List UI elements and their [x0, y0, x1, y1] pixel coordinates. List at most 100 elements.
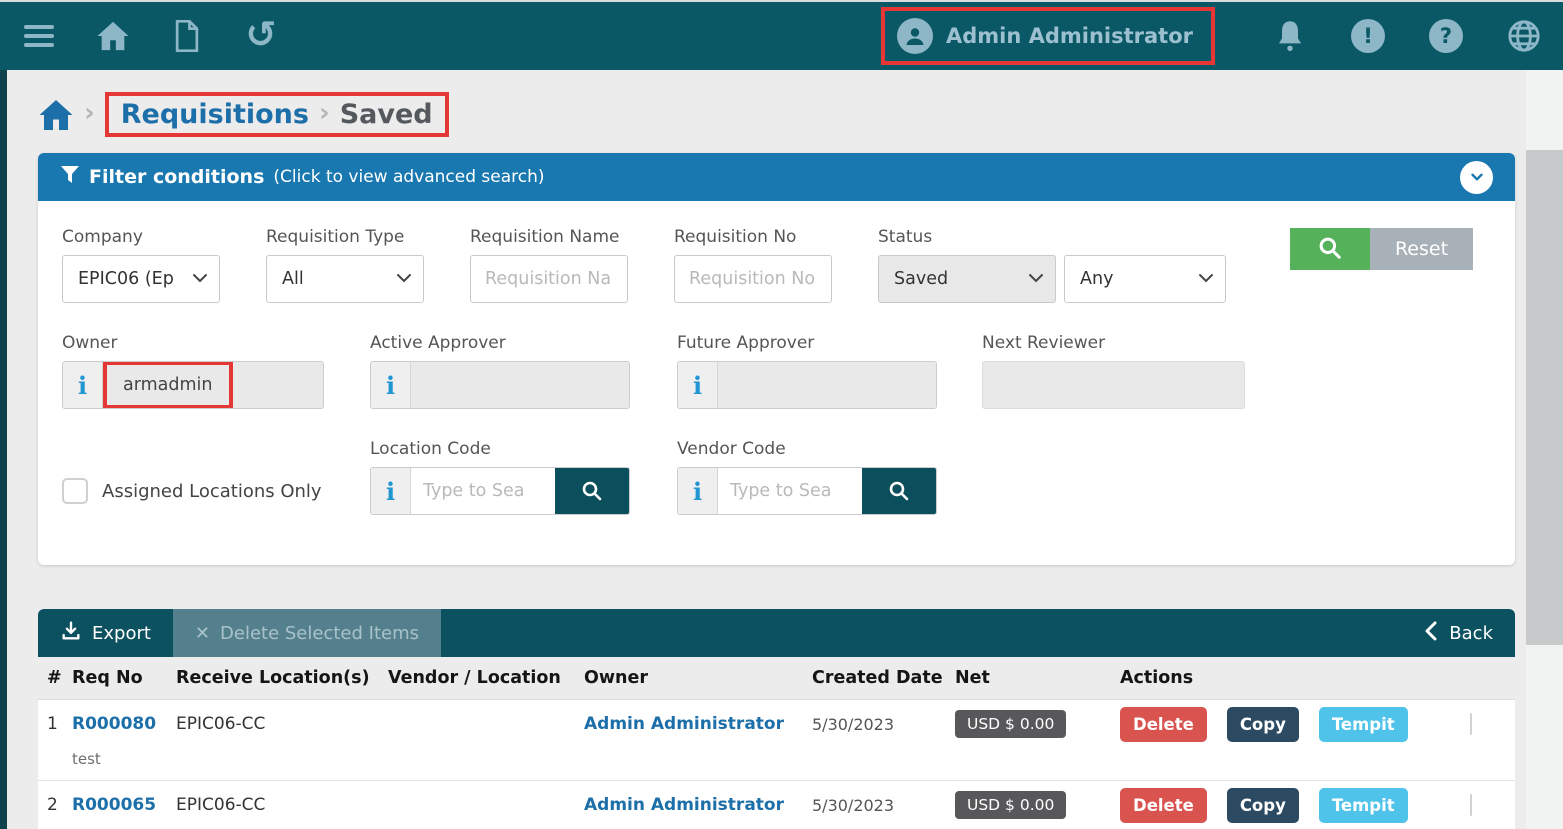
filter-subtitle: (Click to view advanced search)	[273, 167, 544, 187]
breadcrumb-separator: ›	[84, 98, 95, 128]
hamburger-menu-icon[interactable]	[22, 19, 56, 53]
status-select[interactable]: Saved	[878, 255, 1056, 303]
requisition-type-select[interactable]: All	[266, 255, 424, 303]
filter-panel: Filter conditions (Click to view advance…	[38, 153, 1515, 565]
alerts-icon[interactable]: !	[1351, 19, 1385, 53]
active-approver-label: Active Approver	[370, 333, 630, 353]
req-no-link[interactable]: R000080	[72, 714, 176, 734]
location-code-label: Location Code	[370, 439, 630, 459]
requisition-name-label: Requisition Name	[470, 227, 628, 247]
assigned-locations-checkbox[interactable]	[62, 478, 88, 504]
company-select[interactable]: EPIC06 (Ep	[62, 255, 220, 303]
future-approver-info-icon[interactable]: i	[678, 362, 718, 408]
requisition-no-input[interactable]	[674, 255, 832, 303]
owner-link[interactable]: Admin Administrator	[584, 714, 812, 734]
col-owner: Owner	[584, 668, 812, 688]
home-icon[interactable]	[96, 19, 130, 53]
vendor-code-input[interactable]	[718, 468, 862, 514]
delete-selected-button[interactable]: ✕ Delete Selected Items	[173, 609, 441, 657]
location-code-search-button[interactable]	[555, 468, 629, 514]
notifications-bell-icon[interactable]	[1273, 19, 1307, 53]
tempit-button[interactable]: Tempit	[1319, 707, 1408, 742]
col-vendor-location: Vendor / Location	[388, 668, 584, 688]
next-reviewer-label: Next Reviewer	[982, 333, 1245, 353]
filter-panel-header[interactable]: Filter conditions (Click to view advance…	[38, 153, 1515, 201]
back-label: Back	[1449, 623, 1493, 644]
chevron-left-icon	[1423, 621, 1439, 646]
breadcrumb: › Requisitions › Saved	[38, 70, 1515, 137]
filter-title: Filter conditions	[89, 166, 264, 188]
active-approver-info-icon[interactable]: i	[371, 362, 411, 408]
x-icon: ✕	[195, 623, 210, 644]
active-approver-field[interactable]: i	[370, 361, 630, 409]
owner-link[interactable]: Admin Administrator	[584, 795, 812, 815]
copy-button[interactable]: Copy	[1227, 707, 1299, 742]
reset-button[interactable]: Reset	[1370, 228, 1473, 270]
language-globe-icon[interactable]	[1507, 19, 1541, 53]
search-icon	[1317, 235, 1343, 264]
delete-button[interactable]: Delete	[1120, 707, 1207, 742]
receive-location-cell: EPIC06-CC	[176, 714, 388, 734]
status-any-select[interactable]: Any	[1064, 255, 1226, 303]
collapse-panel-button[interactable]	[1460, 161, 1493, 194]
status-any-value: Any	[1080, 269, 1113, 289]
location-code-input[interactable]	[411, 468, 555, 514]
back-button[interactable]: Back	[1401, 609, 1515, 657]
tempit-button[interactable]: Tempit	[1319, 788, 1408, 823]
delete-selected-label: Delete Selected Items	[220, 623, 419, 644]
receive-location-cell: EPIC06-CC	[176, 795, 388, 815]
document-icon[interactable]	[170, 19, 204, 53]
requisition-type-label: Requisition Type	[266, 227, 424, 247]
req-no-link[interactable]: R000065	[72, 795, 176, 815]
history-icon[interactable]: ↺	[244, 19, 278, 53]
scrollbar-thumb[interactable]	[1526, 150, 1563, 645]
export-button[interactable]: Export	[38, 609, 173, 657]
chevron-down-icon	[192, 269, 208, 289]
status-select-value: Saved	[894, 269, 948, 289]
net-amount-badge: USD $ 0.00	[955, 710, 1066, 738]
row-note: test	[38, 748, 1515, 780]
user-menu[interactable]: Admin Administrator	[881, 7, 1215, 65]
chevron-down-icon	[1028, 269, 1044, 289]
table-row: 1 R000080 EPIC06-CC Admin Administrator …	[38, 700, 1515, 780]
requisition-name-input[interactable]	[470, 255, 628, 303]
chevron-down-icon	[1198, 269, 1214, 289]
vendor-code-info-icon[interactable]: i	[678, 468, 718, 514]
company-label: Company	[62, 227, 220, 247]
requisition-type-value: All	[282, 269, 304, 289]
owner-label: Owner	[62, 333, 324, 353]
requisition-no-label: Requisition No	[674, 227, 832, 247]
owner-field[interactable]: i armadmin	[62, 361, 324, 409]
table-row: 2 R000065 EPIC06-CC Admin Administrator …	[38, 780, 1515, 829]
breadcrumb-requisitions[interactable]: Requisitions	[121, 99, 309, 130]
table-header-row: # Req No Receive Location(s) Vendor / Lo…	[38, 657, 1515, 700]
breadcrumb-home-icon[interactable]	[38, 98, 74, 132]
export-label: Export	[92, 623, 151, 644]
search-button[interactable]	[1290, 228, 1370, 270]
filter-body: Reset Company EPIC06 (Ep Requisition Typ…	[38, 201, 1515, 565]
results-table-panel: Export ✕ Delete Selected Items Back # Re…	[38, 609, 1515, 829]
page-scrollbar[interactable]	[1526, 70, 1563, 829]
future-approver-field[interactable]: i	[677, 361, 937, 409]
help-icon[interactable]: ?	[1429, 19, 1463, 53]
copy-button[interactable]: Copy	[1227, 788, 1299, 823]
created-date-cell: 5/30/2023	[812, 715, 955, 734]
row-checkbox[interactable]	[1470, 794, 1472, 816]
col-net: Net	[955, 668, 1120, 688]
breadcrumb-annotation-box: Requisitions › Saved	[105, 92, 449, 137]
next-reviewer-field[interactable]	[982, 361, 1245, 409]
row-checkbox[interactable]	[1470, 713, 1472, 735]
chevron-down-icon	[396, 269, 412, 289]
col-receive-locations: Receive Location(s)	[176, 668, 388, 688]
export-download-icon	[60, 620, 82, 647]
col-req-no: Req No	[72, 668, 176, 688]
vendor-code-search-button[interactable]	[862, 468, 936, 514]
col-created-date: Created Date	[812, 668, 955, 688]
location-code-info-icon[interactable]: i	[371, 468, 411, 514]
owner-info-icon[interactable]: i	[63, 362, 103, 408]
user-avatar-icon	[897, 18, 933, 54]
filter-row-2: Owner i armadmin Active Approver i	[62, 333, 1491, 409]
vendor-code-label: Vendor Code	[677, 439, 937, 459]
delete-button[interactable]: Delete	[1120, 788, 1207, 823]
created-date-cell: 5/30/2023	[812, 796, 955, 815]
